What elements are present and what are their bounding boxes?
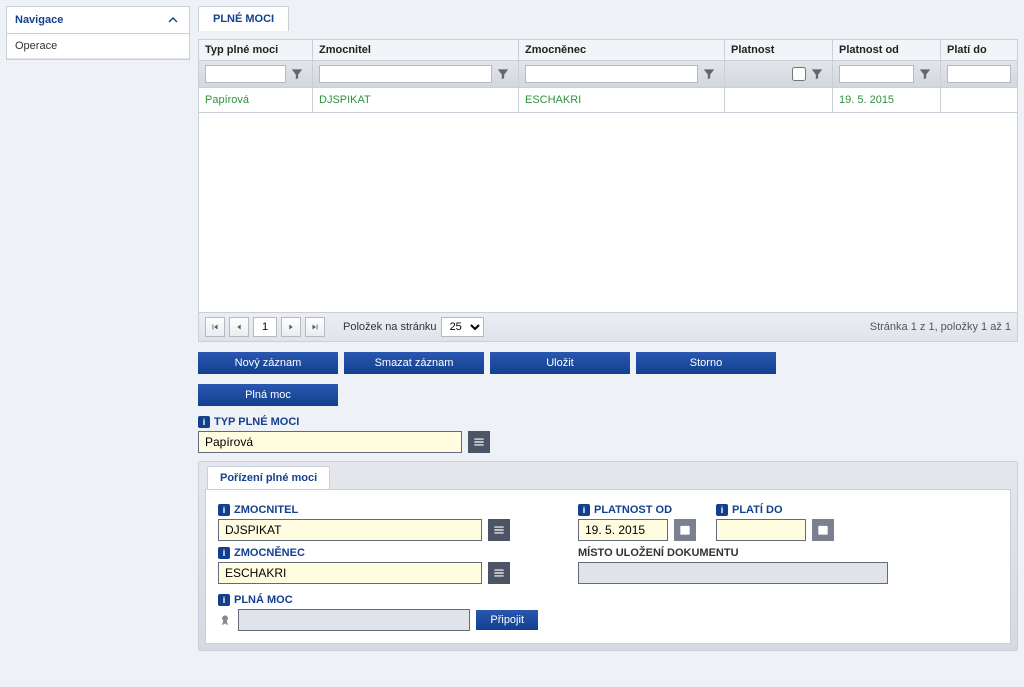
info-icon: i xyxy=(716,504,728,516)
table-row[interactable]: Papírová DJSPIKAT ESCHAKRI 19. 5. 2015 xyxy=(199,88,1017,113)
cell-zmocnitel: DJSPIKAT xyxy=(313,88,519,112)
zmocnenec-label: ZMOCNĚNEC xyxy=(234,547,305,559)
typ-input[interactable] xyxy=(198,431,462,453)
filter-icon[interactable] xyxy=(700,65,718,83)
filter-platnost-checkbox[interactable] xyxy=(792,67,806,81)
filter-icon[interactable] xyxy=(808,65,826,83)
cell-platnost xyxy=(725,88,833,112)
info-icon: i xyxy=(218,504,230,516)
plna-moc-label: PLNÁ MOC xyxy=(234,594,293,606)
pager: Položek na stránku 25 Stránka 1 z 1, pol… xyxy=(199,312,1017,341)
filter-platnost-od[interactable] xyxy=(839,65,914,83)
filter-icon[interactable] xyxy=(494,65,512,83)
cell-zmocnenec: ESCHAKRI xyxy=(519,88,725,112)
delete-record-button[interactable]: Smazat záznam xyxy=(344,352,484,374)
zmocnenec-input[interactable] xyxy=(218,562,482,584)
info-icon: i xyxy=(218,594,230,606)
nav-label: Navigace xyxy=(15,14,63,26)
col-header-platnost[interactable]: Platnost xyxy=(725,40,833,60)
platnost-od-label: PLATNOST OD xyxy=(594,504,672,516)
cell-typ: Papírová xyxy=(199,88,313,112)
filter-icon[interactable] xyxy=(288,65,306,83)
sidebar-item-operace[interactable]: Operace xyxy=(7,34,189,59)
pripojit-button[interactable]: Připojit xyxy=(476,610,538,630)
info-icon: i xyxy=(578,504,590,516)
filter-typ[interactable] xyxy=(205,65,286,83)
filter-icon[interactable] xyxy=(916,65,934,83)
plna-moc-input[interactable] xyxy=(238,609,470,631)
pager-summary: Stránka 1 z 1, položky 1 až 1 xyxy=(870,321,1011,333)
filter-zmocnenec[interactable] xyxy=(525,65,698,83)
lookup-icon[interactable] xyxy=(488,519,510,541)
col-header-zmocnitel[interactable]: Zmocnitel xyxy=(313,40,519,60)
page-number-input[interactable] xyxy=(253,317,277,337)
col-header-typ[interactable]: Typ plné moci xyxy=(199,40,313,60)
certificate-icon xyxy=(218,613,232,627)
zmocnitel-input[interactable] xyxy=(218,519,482,541)
page-next-button[interactable] xyxy=(281,317,301,337)
col-header-zmocnenec[interactable]: Zmocněnec xyxy=(519,40,725,60)
filter-plati-do[interactable] xyxy=(947,65,1011,83)
sidebar-item-label: Operace xyxy=(15,40,57,52)
info-icon: i xyxy=(198,416,210,428)
info-icon: i xyxy=(218,547,230,559)
nav-header[interactable]: Navigace xyxy=(7,7,189,34)
plati-do-input[interactable] xyxy=(716,519,806,541)
calendar-icon[interactable] xyxy=(674,519,696,541)
tab-plne-moci[interactable]: PLNÉ MOCI xyxy=(198,6,289,31)
lookup-icon[interactable] xyxy=(488,562,510,584)
typ-label: TYP PLNÉ MOCI xyxy=(214,416,299,428)
misto-input[interactable] xyxy=(578,562,888,584)
nav-panel: Navigace Operace xyxy=(6,6,190,60)
tabstrip: PLNÉ MOCI xyxy=(198,6,1018,31)
actionbar: Nový záznam Smazat záznam Uložit Storno xyxy=(198,350,1018,376)
new-record-button[interactable]: Nový záznam xyxy=(198,352,338,374)
per-page-select[interactable]: 25 xyxy=(441,317,484,337)
typ-field-area: i TYP PLNÉ MOCI xyxy=(198,414,1018,453)
chevron-up-icon xyxy=(165,12,181,28)
grid: Typ plné moci Zmocnitel Zmocněnec Platno… xyxy=(198,39,1018,342)
filter-zmocnitel[interactable] xyxy=(319,65,492,83)
cancel-button[interactable]: Storno xyxy=(636,352,776,374)
lookup-icon[interactable] xyxy=(468,431,490,453)
zmocnitel-label: ZMOCNITEL xyxy=(234,504,298,516)
save-button[interactable]: Uložit xyxy=(490,352,630,374)
platnost-od-input[interactable] xyxy=(578,519,668,541)
section-plna-moc[interactable]: Plná moc xyxy=(198,384,338,406)
col-header-platnost-od[interactable]: Platnost od xyxy=(833,40,941,60)
page-last-button[interactable] xyxy=(305,317,325,337)
calendar-icon[interactable] xyxy=(812,519,834,541)
page-first-button[interactable] xyxy=(205,317,225,337)
page-prev-button[interactable] xyxy=(229,317,249,337)
sub-panel: Pořízení plné moci i ZMOCNITEL xyxy=(198,461,1018,651)
subtab-porizeni[interactable]: Pořízení plné moci xyxy=(207,466,330,489)
col-header-plati-do[interactable]: Platí do xyxy=(941,40,1017,60)
misto-label: MÍSTO ULOŽENÍ DOKUMENTU xyxy=(578,547,739,559)
plati-do-label: PLATÍ DO xyxy=(732,504,783,516)
cell-platnost-od: 19. 5. 2015 xyxy=(833,88,941,112)
per-page-label: Položek na stránku xyxy=(343,321,437,333)
cell-plati-do xyxy=(941,88,1017,112)
